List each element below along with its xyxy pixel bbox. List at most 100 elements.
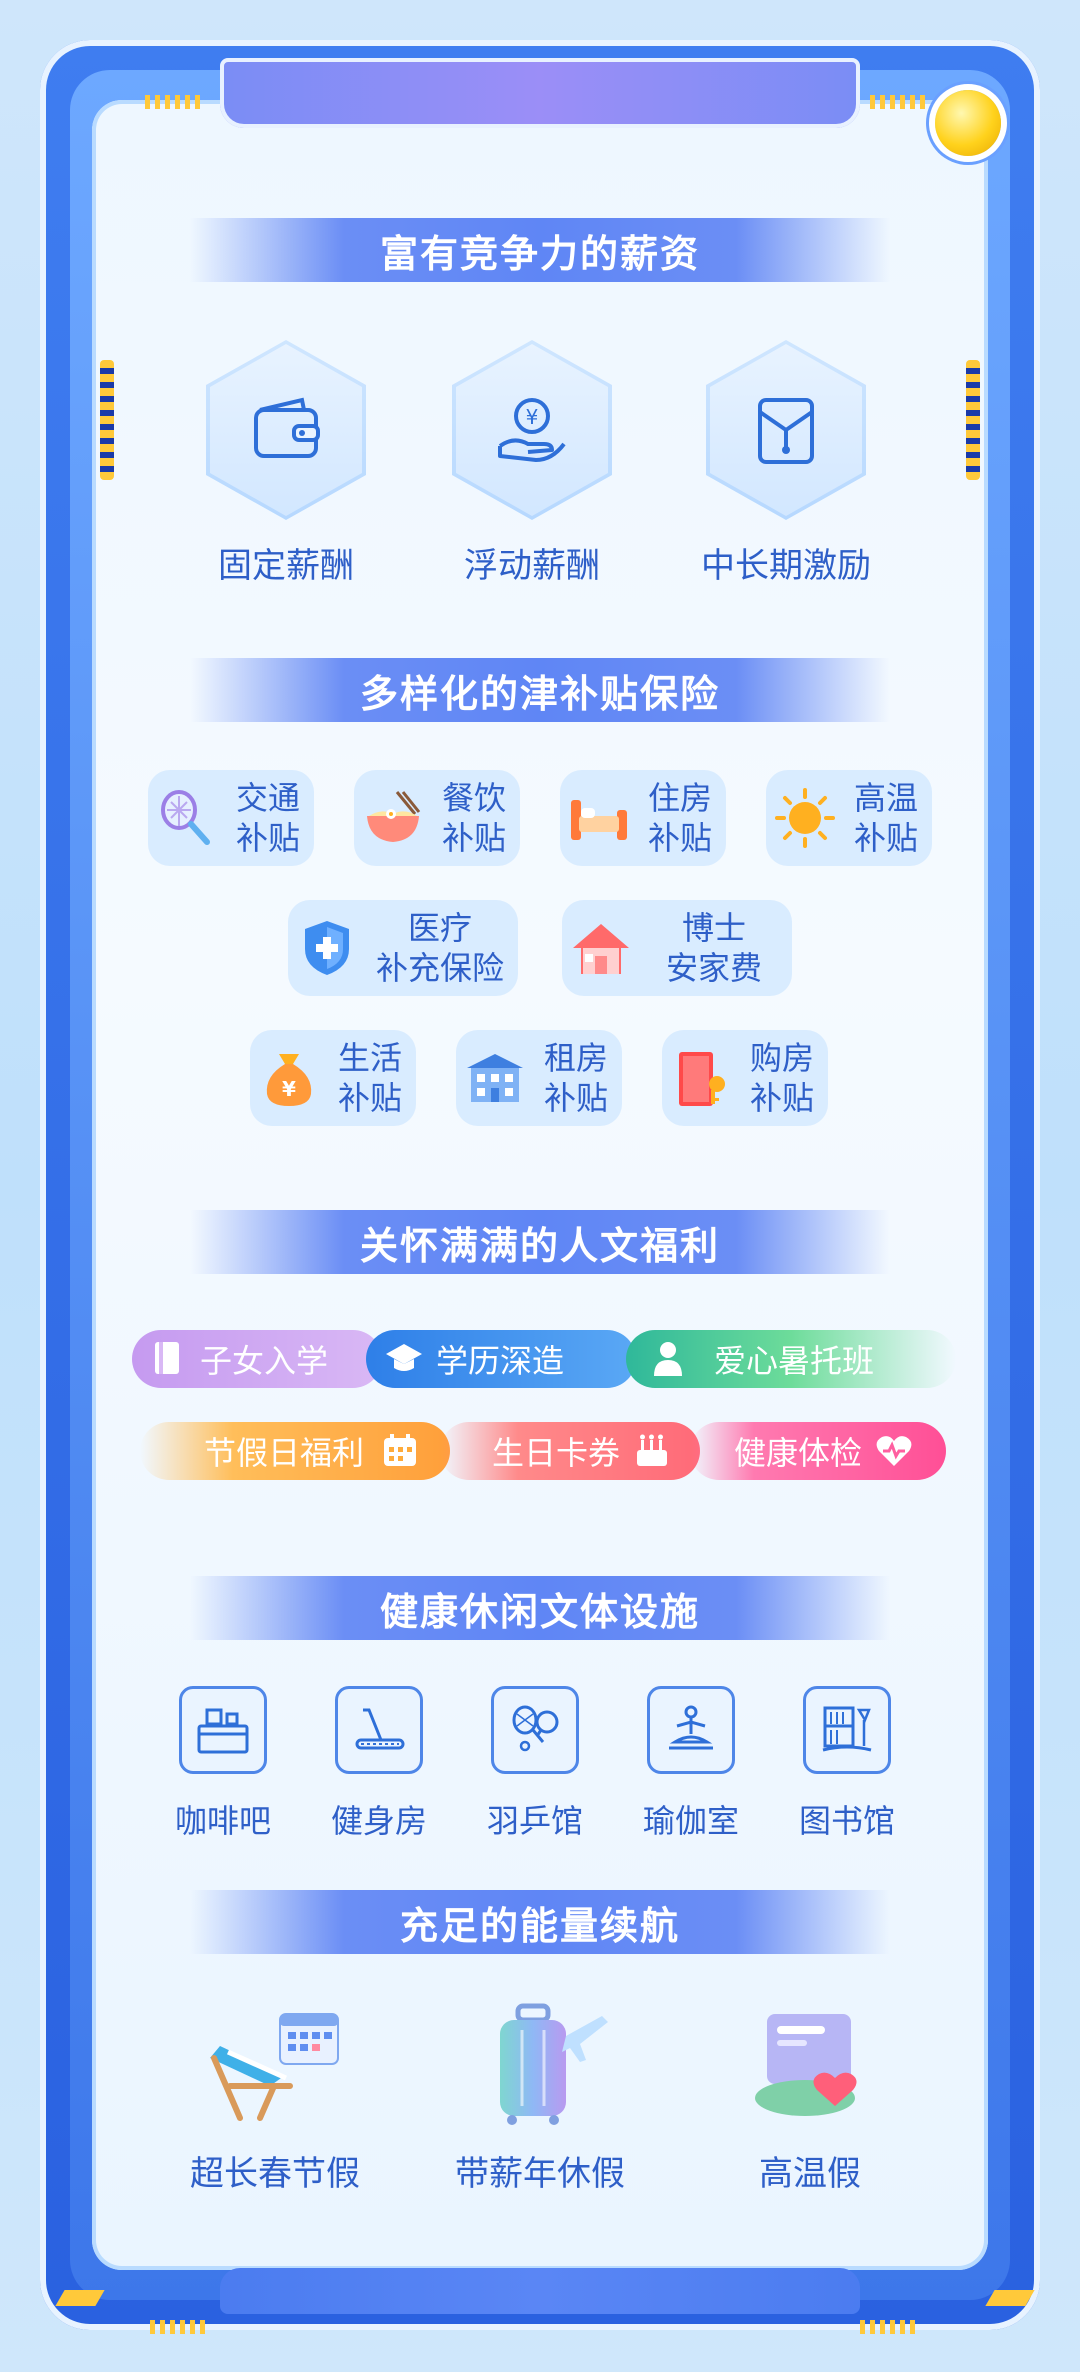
svg-text:¥: ¥ — [282, 1077, 296, 1101]
vacation-label: 高温假 — [759, 2154, 861, 2194]
pill-line1: 交通 — [235, 779, 300, 817]
allowance-living: ¥ 生活 补贴 — [250, 1030, 416, 1126]
allowance-rent: 租房 补贴 — [456, 1030, 622, 1126]
red-envelope-icon — [758, 398, 814, 464]
vacation-spring-festival: 超长春节假 — [155, 1996, 395, 2195]
svg-text:¥: ¥ — [526, 405, 539, 429]
medical-shield-icon — [305, 921, 349, 975]
salary-item-floating: ¥ 浮动薪酬 — [432, 340, 632, 587]
calendar-icon — [384, 1434, 417, 1466]
vacation-label: 超长春节假 — [190, 2154, 360, 2194]
bottom-right-dots — [860, 2320, 920, 2334]
salary-label: 中长期激励 — [701, 546, 871, 586]
graduation-cap-icon — [386, 1344, 422, 1371]
person-icon — [654, 1342, 682, 1376]
facility-label: 羽乒馆 — [486, 1802, 583, 1840]
pill-line2: 补贴 — [853, 819, 918, 857]
yoga-icon — [669, 1705, 713, 1750]
facility-label: 咖啡吧 — [174, 1802, 271, 1840]
pill-line1: 餐饮 — [441, 779, 506, 817]
pill-line1: 医疗 — [407, 909, 472, 947]
tag-label: 健康体检 — [734, 1434, 863, 1472]
book-icon — [155, 1342, 179, 1374]
bookshelf-icon — [822, 1706, 872, 1752]
salary-label: 固定薪酬 — [218, 546, 354, 586]
money-bag-icon: ¥ — [266, 1054, 312, 1106]
tag-holiday-benefits: 节假日福利 — [140, 1422, 450, 1480]
vacation-paid-annual: 带薪年休假 — [420, 1996, 660, 2195]
allowance-meal: 餐饮 补贴 — [354, 770, 520, 866]
top-right-dots — [870, 95, 930, 109]
facility-coffee: 咖啡吧 — [148, 1686, 298, 1842]
allowance-phd: 博士 安家费 — [562, 900, 792, 996]
yellow-orb-icon — [935, 90, 1001, 156]
pill-line2: 补贴 — [441, 819, 506, 857]
yuan-coin-hand-icon: ¥ — [498, 398, 566, 462]
bed-icon — [571, 800, 627, 840]
cake-icon — [637, 1434, 668, 1466]
section-title-facilities: 健康休闲文体设施 — [190, 1576, 890, 1640]
coffee-counter-icon — [197, 1708, 249, 1754]
section-title-welfare: 关怀满满的人文福利 — [190, 1210, 890, 1274]
facility-badminton: 羽乒馆 — [460, 1686, 610, 1842]
pill-line2: 补贴 — [235, 819, 300, 857]
bottom-frame-bar — [220, 2268, 860, 2314]
section-title-allowances: 多样化的津补贴保险 — [190, 658, 890, 722]
treadmill-icon — [355, 1708, 405, 1750]
pill-line1: 博士 — [681, 909, 746, 947]
tag-label: 学历深造 — [436, 1342, 565, 1380]
pill-line2: 安家费 — [665, 949, 762, 987]
pill-line1: 生活 — [337, 1039, 402, 1077]
pill-line2: 补贴 — [337, 1079, 402, 1117]
facility-yoga: 瑜伽室 — [616, 1686, 766, 1842]
pill-line2: 补贴 — [749, 1079, 814, 1117]
salary-label: 浮动薪酬 — [464, 546, 600, 586]
racket-icon — [161, 790, 210, 845]
top-left-dots — [145, 95, 205, 109]
left-stripe — [100, 360, 114, 480]
tag-label: 子女入学 — [200, 1342, 329, 1380]
tag-birthday-voucher: 生日卡券 — [440, 1422, 700, 1480]
tag-label: 生日卡券 — [492, 1434, 621, 1472]
tag-health-checkup: 健康体检 — [690, 1422, 946, 1480]
vacation-heat: 高温假 — [690, 1996, 930, 2195]
salary-item-incentive: 中长期激励 — [686, 340, 886, 587]
allowance-housing: 住房 补贴 — [560, 770, 726, 866]
vacation-label: 带薪年休假 — [455, 2154, 625, 2194]
house-icon — [573, 924, 629, 974]
allowance-heat: 高温 补贴 — [766, 770, 932, 866]
bottom-left-dots — [150, 2320, 210, 2334]
luggage-plane-icon — [500, 2003, 608, 2125]
heart-icon — [876, 1436, 912, 1466]
facility-library: 图书馆 — [772, 1686, 922, 1842]
pill-line1: 租房 — [543, 1039, 608, 1077]
wallet-icon — [254, 397, 320, 458]
beach-chair-calendar-icon — [210, 2013, 339, 2121]
tag-summer-camp: 爱心暑托班 — [626, 1330, 956, 1388]
facility-label: 健身房 — [330, 1802, 427, 1840]
card-heart-icon — [755, 2014, 857, 2116]
pill-line2: 补贴 — [543, 1079, 608, 1117]
tag-children-school: 子女入学 — [132, 1330, 382, 1388]
facility-label: 瑜伽室 — [642, 1802, 739, 1840]
pill-line2: 补充保险 — [375, 949, 504, 987]
tag-education: 学历深造 — [366, 1330, 636, 1388]
noodle-bowl-icon — [367, 791, 421, 842]
pill-line1: 购房 — [749, 1039, 814, 1077]
pill-line1: 住房 — [647, 779, 712, 817]
section-title-vacation: 充足的能量续航 — [190, 1890, 890, 1954]
facility-gym: 健身房 — [304, 1686, 454, 1842]
pill-line2: 补贴 — [647, 819, 712, 857]
pill-line1: 高温 — [853, 779, 918, 817]
badminton-pingpong-icon — [512, 1705, 559, 1752]
section-title-salary: 富有竞争力的薪资 — [190, 218, 890, 282]
right-stripe — [966, 360, 980, 480]
door-key-icon — [679, 1052, 725, 1106]
facility-label: 图书馆 — [798, 1802, 895, 1840]
allowance-transport: 交通 补贴 — [148, 770, 314, 866]
salary-item-fixed: 固定薪酬 — [186, 340, 386, 587]
sun-icon — [775, 788, 835, 848]
top-frame-bar — [220, 58, 860, 128]
allowance-purchase: 购房 补贴 — [662, 1030, 828, 1126]
tag-label: 爱心暑托班 — [714, 1342, 875, 1380]
